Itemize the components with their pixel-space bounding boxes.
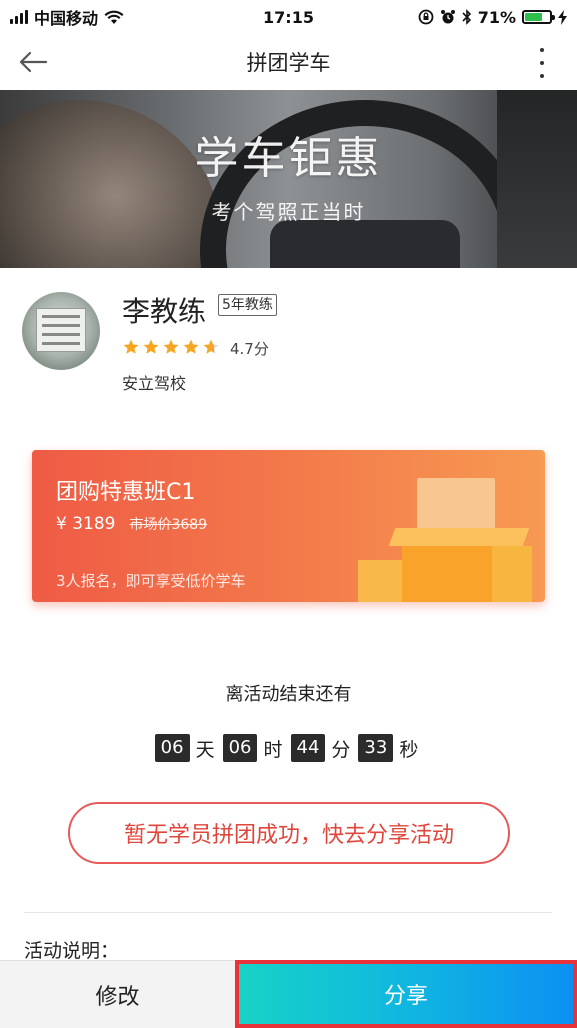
countdown-hours-unit: 时 bbox=[263, 738, 283, 761]
arrow-left-icon bbox=[19, 51, 48, 73]
page-title: 拼团学车 bbox=[246, 51, 331, 75]
bluetooth-icon bbox=[462, 9, 471, 25]
countdown-days: 06 bbox=[154, 734, 190, 762]
lock-rotation-icon bbox=[418, 9, 434, 25]
countdown-label: 离活动结束还有 bbox=[225, 684, 352, 705]
charging-icon bbox=[558, 9, 567, 25]
star-icon bbox=[182, 338, 200, 356]
bottom-action-bar: 修改 分享 bbox=[0, 960, 577, 1028]
battery-icon bbox=[522, 10, 555, 24]
coach-info[interactable]: 李教练 5年教练 4.7分 安立驾校 bbox=[22, 288, 562, 398]
battery-percent: 71% bbox=[477, 7, 516, 27]
carrier-label: 中国移动 bbox=[34, 9, 99, 28]
promo-note: 3人报名，即可享受低价学车 bbox=[56, 572, 246, 590]
edit-button[interactable]: 修改 bbox=[0, 960, 235, 1028]
banner-title: 学车钜惠 bbox=[194, 133, 383, 184]
countdown-seconds-unit: 秒 bbox=[399, 738, 419, 761]
group-buy-card[interactable]: 团购特惠班C1 ¥ 3189 市场价3689 3人报名，即可享受低价学车 bbox=[32, 450, 545, 602]
status-right: 71% bbox=[418, 8, 567, 27]
driving-school: 安立驾校 bbox=[122, 374, 187, 393]
rules-title: 活动说明： bbox=[24, 940, 120, 962]
share-activity-prompt[interactable]: 暂无学员拼团成功，快去分享活动 bbox=[68, 802, 510, 864]
nav-bar: 拼团学车 bbox=[0, 34, 577, 90]
coach-name: 李教练 bbox=[122, 295, 207, 328]
avatar bbox=[22, 292, 100, 370]
countdown-minutes-unit: 分 bbox=[331, 738, 351, 761]
star-icon bbox=[122, 338, 140, 356]
alarm-icon bbox=[440, 10, 455, 24]
coach-rating: 4.7分 bbox=[230, 340, 269, 358]
star-icon bbox=[202, 338, 220, 356]
status-bar: 中国移动 17:15 71% bbox=[0, 0, 577, 34]
share-button[interactable]: 分享 bbox=[235, 960, 577, 1028]
promo-price-row: ¥ 3189 市场价3689 bbox=[56, 514, 207, 534]
coach-experience-badge: 5年教练 bbox=[218, 294, 277, 316]
banner-subtitle: 考个驾照正当时 bbox=[211, 200, 366, 224]
divider bbox=[24, 912, 552, 913]
more-vertical-icon[interactable] bbox=[537, 48, 547, 78]
promo-price: ¥ 3189 bbox=[56, 514, 116, 534]
countdown-hours: 06 bbox=[222, 734, 258, 762]
wifi-icon bbox=[104, 10, 124, 24]
back-button[interactable] bbox=[18, 44, 58, 80]
promo-title: 团购特惠班C1 bbox=[56, 480, 196, 505]
countdown-days-unit: 天 bbox=[195, 738, 215, 761]
countdown-minutes: 44 bbox=[290, 734, 326, 762]
countdown-timer: 06 天 06 时 44 分 33 秒 bbox=[0, 734, 577, 762]
star-icon bbox=[162, 338, 180, 356]
star-icon bbox=[142, 338, 160, 356]
promo-old-price: 市场价3689 bbox=[129, 517, 208, 533]
signal-icon bbox=[10, 10, 28, 24]
countdown-seconds: 33 bbox=[358, 734, 394, 762]
banner-image: 学车钜惠 考个驾照正当时 bbox=[0, 90, 577, 268]
share-button-label: 分享 bbox=[383, 984, 428, 1009]
star-rating bbox=[122, 338, 220, 356]
status-left: 中国移动 bbox=[10, 5, 124, 29]
battery-fill bbox=[525, 13, 543, 21]
